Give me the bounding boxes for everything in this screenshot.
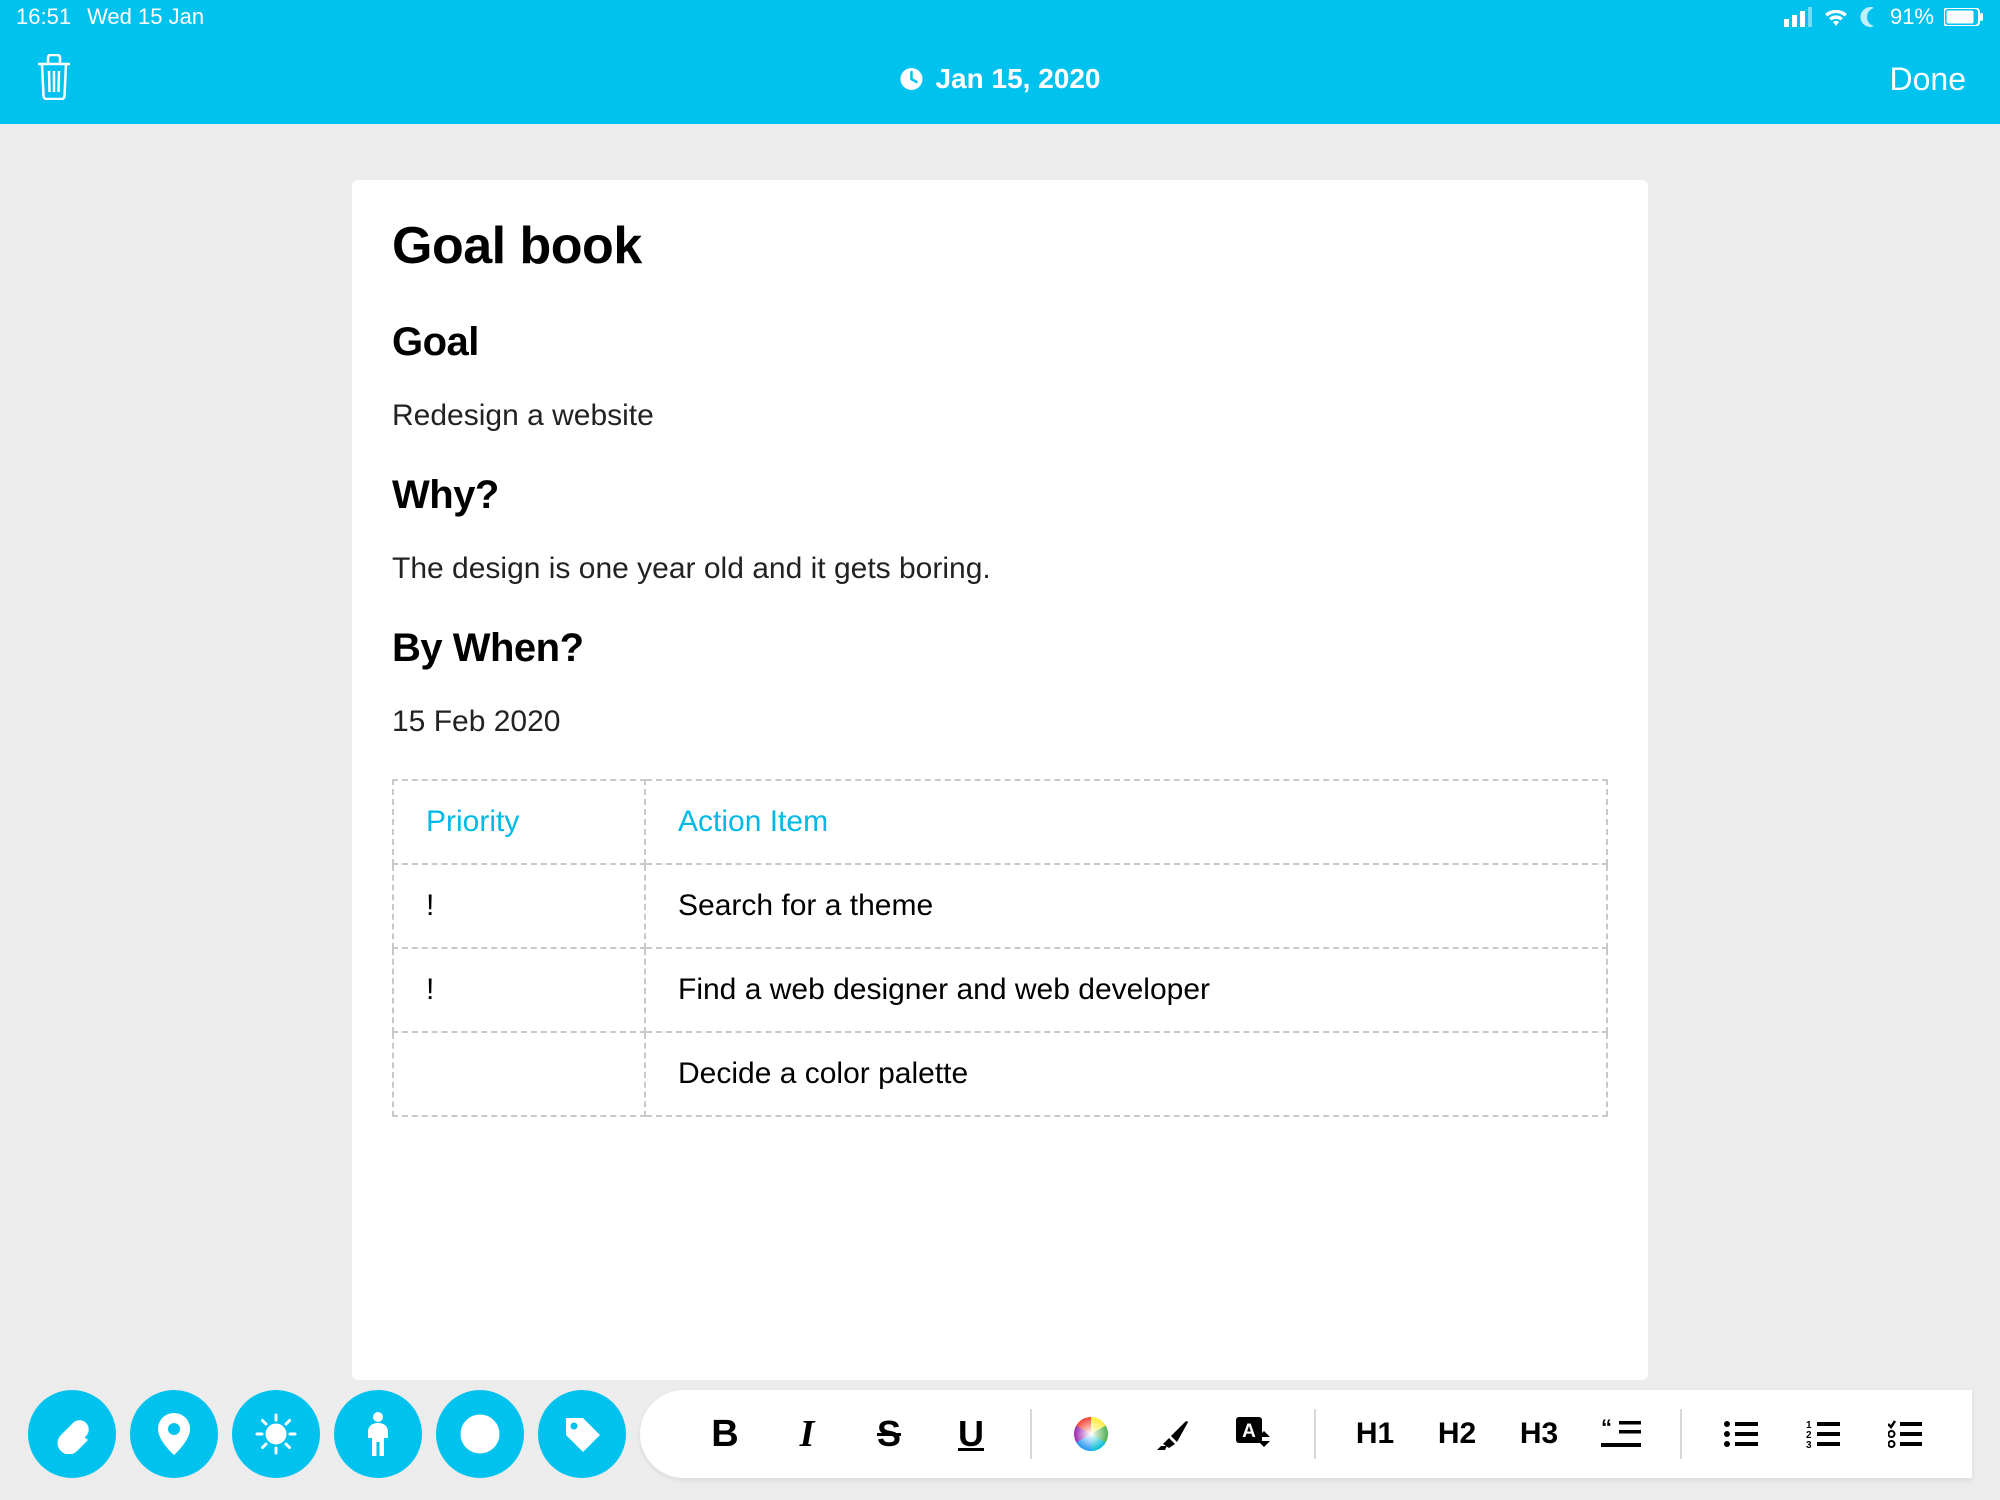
- blockquote-button[interactable]: “: [1580, 1390, 1662, 1478]
- moon-icon: [1860, 7, 1880, 27]
- document-page[interactable]: Goal book Goal Redesign a website Why? T…: [352, 180, 1648, 1380]
- separator: [1314, 1409, 1316, 1459]
- italic-button[interactable]: I: [766, 1390, 848, 1478]
- text-style-icon: A: [1236, 1417, 1274, 1451]
- h2-button[interactable]: H2: [1416, 1390, 1498, 1478]
- table-row: ! Search for a theme: [393, 864, 1607, 948]
- section-heading[interactable]: Goal: [392, 320, 1608, 365]
- checklist-button[interactable]: [1864, 1390, 1946, 1478]
- table-row: Priority Action Item: [393, 780, 1607, 864]
- separator: [1680, 1409, 1682, 1459]
- cell-priority[interactable]: !: [393, 864, 645, 948]
- battery-percent: 91%: [1890, 4, 1934, 30]
- section-body[interactable]: 15 Feb 2020: [392, 705, 1608, 739]
- tag-button[interactable]: [538, 1390, 626, 1478]
- sun-icon: [254, 1412, 298, 1456]
- bullet-list-button[interactable]: [1700, 1390, 1782, 1478]
- section-heading[interactable]: Why?: [392, 473, 1608, 518]
- entry-date[interactable]: Jan 15, 2020: [899, 63, 1100, 95]
- color-wheel-icon: [1073, 1416, 1109, 1452]
- cell-action[interactable]: Decide a color palette: [645, 1032, 1607, 1116]
- status-bar: 16:51 Wed 15 Jan 91%: [0, 0, 2000, 34]
- location-pin-icon: [157, 1413, 191, 1455]
- bullet-list-icon: [1724, 1420, 1758, 1448]
- cell-priority[interactable]: [393, 1032, 645, 1116]
- entry-date-label: Jan 15, 2020: [935, 63, 1100, 95]
- battery-icon: [1944, 8, 1984, 26]
- svg-text:A: A: [1242, 1421, 1256, 1442]
- text-color-button[interactable]: [1050, 1390, 1132, 1478]
- section-body[interactable]: Redesign a website: [392, 399, 1608, 433]
- cell-action[interactable]: Search for a theme: [645, 864, 1607, 948]
- underline-button[interactable]: U: [930, 1390, 1012, 1478]
- nav-bar: Jan 15, 2020 Done: [0, 34, 2000, 124]
- table-row: ! Find a web designer and web developer: [393, 948, 1607, 1032]
- h1-button[interactable]: H1: [1334, 1390, 1416, 1478]
- action-table[interactable]: Priority Action Item ! Search for a them…: [392, 779, 1608, 1117]
- done-button[interactable]: Done: [1890, 61, 1967, 98]
- cell-action[interactable]: Find a web designer and web developer: [645, 948, 1607, 1032]
- checklist-icon: [1888, 1420, 1922, 1448]
- wifi-icon: [1822, 7, 1850, 27]
- paperclip-icon: [52, 1414, 92, 1454]
- table-header-action[interactable]: Action Item: [645, 780, 1607, 864]
- svg-text:3: 3: [1806, 1440, 1812, 1448]
- person-icon: [365, 1412, 391, 1456]
- format-toolbar: B I S U A H1 H2 H3 “ 123: [640, 1390, 1972, 1478]
- separator: [1030, 1409, 1032, 1459]
- mood-button[interactable]: [436, 1390, 524, 1478]
- quote-icon: “: [1601, 1419, 1641, 1449]
- numbered-list-icon: 123: [1806, 1420, 1840, 1448]
- bold-button[interactable]: B: [684, 1390, 766, 1478]
- status-time: 16:51: [16, 4, 71, 30]
- tag-icon: [561, 1413, 603, 1455]
- bottom-toolbar: B I S U A H1 H2 H3 “ 123: [0, 1390, 2000, 1478]
- weather-button[interactable]: [232, 1390, 320, 1478]
- content-area: Goal book Goal Redesign a website Why? T…: [0, 124, 2000, 1380]
- delete-button[interactable]: [34, 54, 74, 105]
- smiley-icon: [459, 1413, 501, 1455]
- section-body[interactable]: The design is one year old and it gets b…: [392, 552, 1608, 586]
- strikethrough-button[interactable]: S: [848, 1390, 930, 1478]
- numbered-list-button[interactable]: 123: [1782, 1390, 1864, 1478]
- clock-icon: [899, 67, 923, 91]
- table-header-priority[interactable]: Priority: [393, 780, 645, 864]
- cell-priority[interactable]: !: [393, 948, 645, 1032]
- trash-icon: [34, 54, 74, 100]
- text-format-button[interactable]: A: [1214, 1390, 1296, 1478]
- activity-button[interactable]: [334, 1390, 422, 1478]
- table-row: Decide a color palette: [393, 1032, 1607, 1116]
- highlighter-icon: [1155, 1416, 1191, 1452]
- location-button[interactable]: [130, 1390, 218, 1478]
- attachment-button[interactable]: [28, 1390, 116, 1478]
- cellular-icon: [1784, 7, 1812, 27]
- status-date: Wed 15 Jan: [87, 4, 204, 30]
- highlight-button[interactable]: [1132, 1390, 1214, 1478]
- h3-button[interactable]: H3: [1498, 1390, 1580, 1478]
- svg-text:“: “: [1601, 1419, 1612, 1440]
- section-heading[interactable]: By When?: [392, 626, 1608, 671]
- page-title[interactable]: Goal book: [392, 216, 1608, 276]
